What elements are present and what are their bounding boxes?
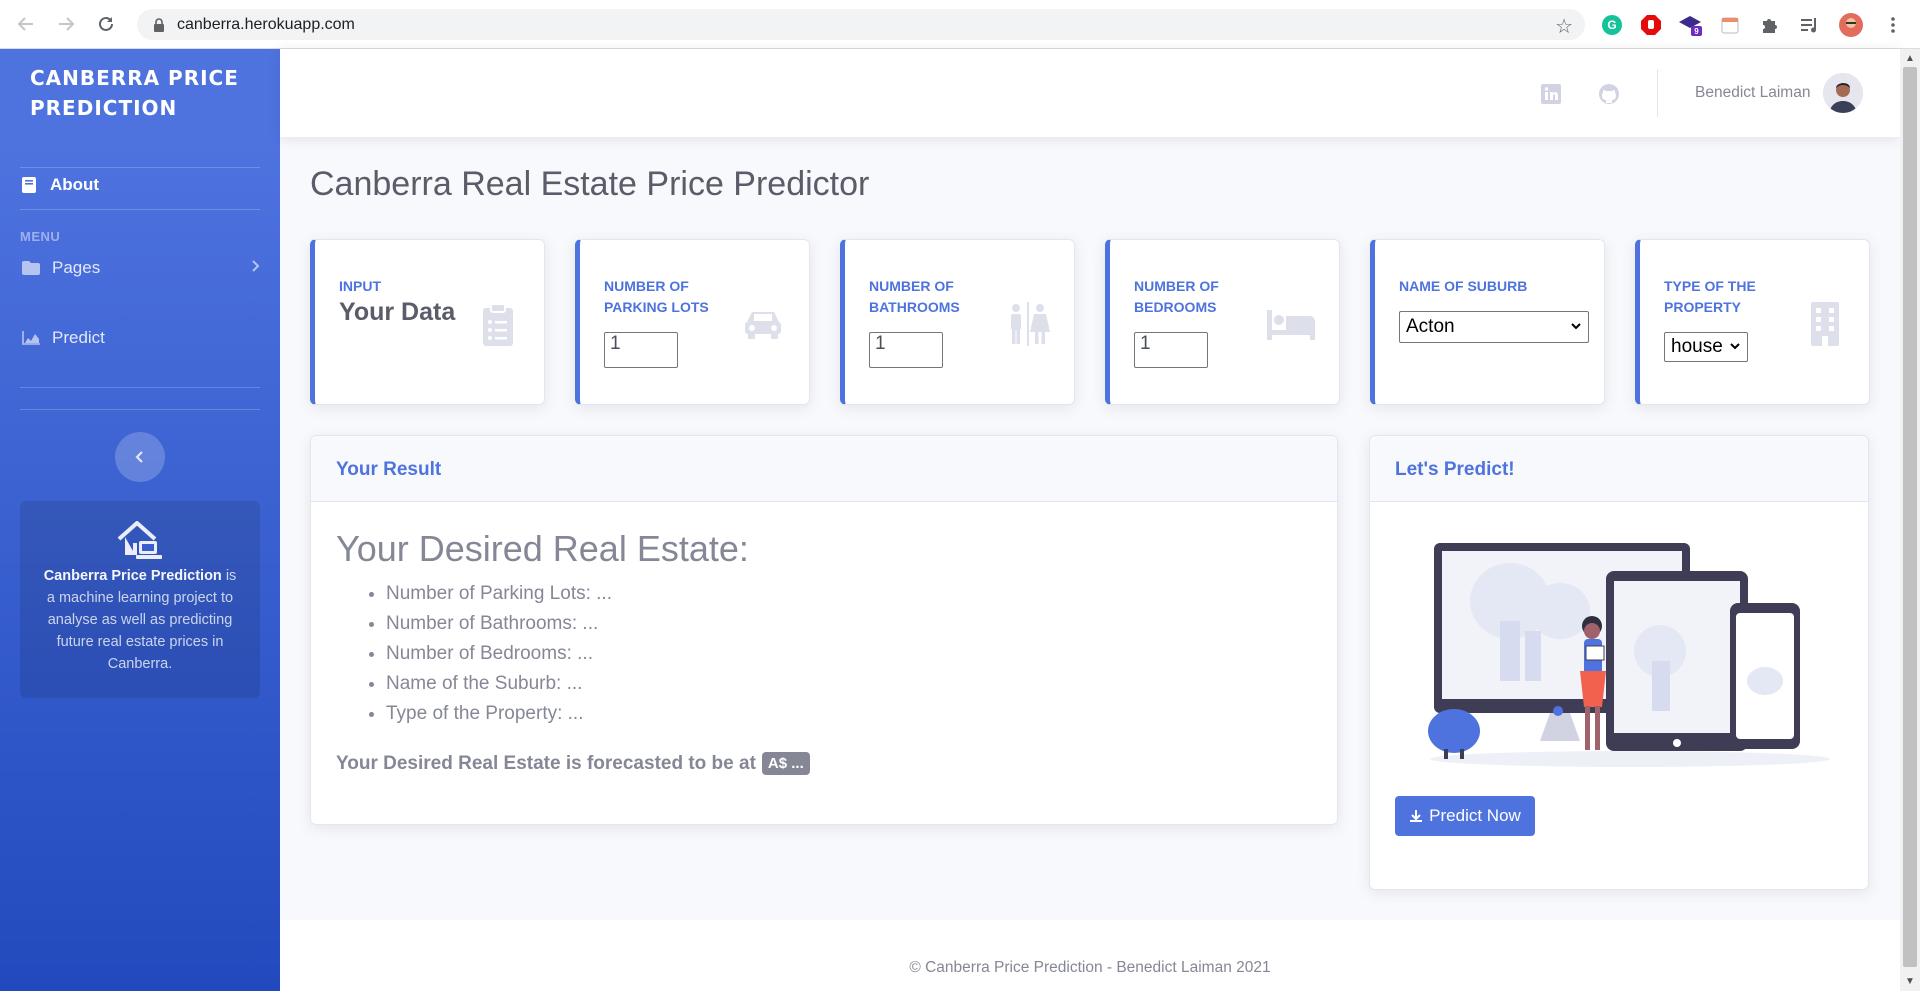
forecast-text: Your Desired Real Estate is forecasted t… — [336, 752, 756, 774]
reload-icon[interactable] — [92, 10, 120, 38]
property-type-card: TYPE OF THE PROPERTY house — [1635, 239, 1870, 405]
bathrooms-input[interactable]: 1 — [869, 332, 943, 368]
forecast-badge: A$ ... — [761, 752, 810, 775]
sidebar-toggle-button[interactable] — [115, 432, 165, 482]
bed-icon — [1267, 310, 1315, 340]
predict-now-label: Predict Now — [1429, 806, 1521, 825]
graduation-cap-icon[interactable]: 9 — [1677, 12, 1703, 38]
address-bar[interactable]: canberra.herokuapp.com ☆ — [137, 9, 1585, 40]
page-title: Canberra Real Estate Price Predictor — [310, 165, 870, 203]
area-chart-icon — [22, 329, 40, 347]
sidebar: CANBERRA PRICE PREDICTION About MENU Pag… — [0, 49, 280, 991]
footer-text: © Canberra Price Prediction - Benedict L… — [909, 959, 1271, 976]
result-card-header: Your Result — [311, 436, 1337, 502]
footer: © Canberra Price Prediction - Benedict L… — [280, 920, 1900, 991]
sidebar-heading: MENU — [20, 229, 61, 244]
sidebar-item-label: Pages — [52, 258, 101, 277]
chevron-down-icon — [1730, 343, 1740, 350]
bathrooms-card: NUMBER OF BATHROOMS 1 — [840, 239, 1075, 405]
bathrooms-label: NUMBER OF BATHROOMS — [869, 278, 960, 315]
restroom-icon — [1011, 302, 1050, 346]
grammarly-icon[interactable]: G — [1599, 12, 1625, 38]
list-item: Number of Parking Lots: ... — [386, 579, 612, 609]
url-text: canberra.herokuapp.com — [177, 15, 355, 33]
user-name[interactable]: Benedict Laiman — [1695, 84, 1810, 102]
profile-avatar-icon[interactable] — [1838, 12, 1864, 38]
list-item: Number of Bedrooms: ... — [386, 639, 612, 669]
svg-text:G: G — [1607, 18, 1616, 32]
calendar-icon[interactable] — [1717, 12, 1743, 38]
svg-text:9: 9 — [1694, 27, 1699, 36]
scrollbar-thumb[interactable] — [1903, 67, 1917, 967]
suburb-card: NAME OF SUBURB Acton — [1370, 239, 1605, 405]
parking-label: NUMBER OF PARKING LOTS — [604, 278, 709, 315]
bedrooms-card: NUMBER OF BEDROOMS 1 — [1105, 239, 1340, 405]
devices-illustration — [1428, 543, 1830, 767]
result-list: Number of Parking Lots: ... Number of Ba… — [386, 579, 612, 729]
predict-card-title: Let's Predict! — [1395, 459, 1515, 480]
github-icon[interactable] — [1598, 83, 1620, 105]
property-type-selected-value: house — [1671, 336, 1723, 357]
sidebar-item-label: About — [50, 175, 100, 194]
page-scrollbar[interactable]: ▲ ▼ — [1900, 49, 1920, 991]
clipboard-list-icon — [483, 303, 513, 346]
input-card-value: Your Data — [339, 298, 456, 326]
bedrooms-input[interactable]: 1 — [1134, 332, 1208, 368]
adblock-icon[interactable] — [1638, 12, 1664, 38]
lock-icon — [151, 17, 167, 33]
sidebar-item-about[interactable]: About — [20, 161, 99, 209]
topbar-divider — [1657, 69, 1658, 117]
predict-card-header: Let's Predict! — [1370, 436, 1868, 502]
sidebar-brand[interactable]: CANBERRA PRICE PREDICTION — [30, 63, 260, 123]
building-icon — [1811, 302, 1839, 346]
sidebar-item-pages[interactable]: Pages — [20, 258, 260, 278]
sidebar-divider — [20, 387, 260, 388]
suburb-label: NAME OF SUBURB — [1399, 278, 1528, 294]
book-icon — [20, 176, 38, 194]
predict-card: Let's Predict! Predict Now — [1369, 435, 1869, 890]
predict-now-button[interactable]: Predict Now — [1395, 796, 1535, 836]
folder-icon — [22, 259, 40, 277]
scroll-up-icon[interactable]: ▲ — [1905, 53, 1915, 64]
suburb-select[interactable]: Acton — [1399, 311, 1589, 343]
list-item: Number of Bathrooms: ... — [386, 609, 612, 639]
list-item: Type of the Property: ... — [386, 699, 612, 729]
back-arrow-icon[interactable] — [12, 10, 40, 38]
browser-toolbar: canberra.herokuapp.com ☆ G 9 — [0, 0, 1920, 49]
property-type-select[interactable]: house — [1664, 332, 1748, 362]
sidebar-item-label: Predict — [52, 328, 105, 347]
linkedin-icon[interactable] — [1540, 83, 1562, 105]
scroll-down-icon[interactable]: ▼ — [1905, 976, 1915, 987]
parking-card: NUMBER OF PARKING LOTS 1 — [575, 239, 810, 405]
puzzle-icon[interactable] — [1757, 12, 1783, 38]
forward-arrow-icon[interactable] — [52, 10, 80, 38]
star-icon[interactable]: ☆ — [1555, 14, 1573, 39]
input-card: INPUT Your Data — [310, 239, 545, 405]
menu-dots-icon[interactable] — [1880, 12, 1906, 38]
forecast-line: Your Desired Real Estate is forecasted t… — [336, 752, 810, 775]
result-card-title: Your Result — [336, 459, 442, 480]
result-card: Your Result Your Desired Real Estate: Nu… — [310, 435, 1338, 825]
chevron-right-icon — [251, 258, 260, 278]
input-card-label: INPUT — [339, 278, 381, 294]
media-queue-icon[interactable] — [1797, 12, 1823, 38]
property-type-label: TYPE OF THE PROPERTY — [1664, 278, 1756, 315]
sidebar-item-predict[interactable]: Predict — [20, 328, 105, 348]
chevron-left-icon — [135, 451, 143, 463]
download-icon — [1410, 810, 1423, 822]
user-avatar[interactable] — [1823, 73, 1863, 113]
bedrooms-label: NUMBER OF BEDROOMS — [1134, 278, 1219, 315]
car-icon — [745, 312, 781, 339]
house-laptop-icon — [117, 521, 162, 559]
sidebar-divider — [20, 209, 260, 210]
chevron-down-icon — [1571, 323, 1581, 330]
topbar: Benedict Laiman — [280, 49, 1900, 137]
suburb-selected-value: Acton — [1406, 316, 1455, 337]
sidebar-divider — [20, 409, 260, 410]
result-heading: Your Desired Real Estate: — [336, 528, 749, 569]
sidebar-card-brand: Canberra Price Prediction — [43, 568, 222, 584]
list-item: Name of the Suburb: ... — [386, 669, 612, 699]
sidebar-info-card: Canberra Price Prediction is a machine l… — [20, 501, 260, 698]
parking-input[interactable]: 1 — [604, 332, 678, 368]
